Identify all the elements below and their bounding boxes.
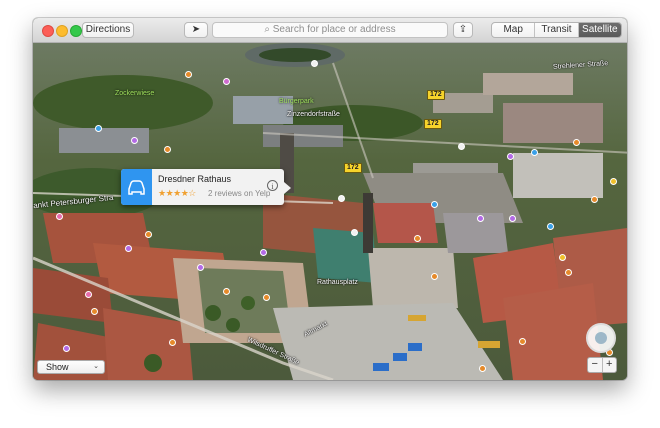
poi-marker[interactable] [260,249,267,256]
place-title: Dresdner Rathaus [158,174,232,184]
poi-marker[interactable] [591,196,598,203]
poi-marker[interactable] [565,269,572,276]
poi-marker[interactable] [431,273,438,280]
poi-marker[interactable] [547,223,554,230]
poi-marker[interactable] [458,143,465,150]
chevron-down-icon: ⌄ [93,363,99,370]
route-shield: 172 [344,163,362,173]
route-shield: 172 [424,119,442,129]
share-icon[interactable]: ⇪ [453,22,473,38]
callout-pointer [284,182,291,194]
poi-marker[interactable] [223,78,230,85]
poi-marker[interactable] [311,60,318,67]
globe-icon [595,332,607,344]
poi-marker[interactable] [63,345,70,352]
search-icon: ⌕ [264,24,273,35]
map-type-selector: Map Transit Satellite [491,22,622,38]
minimize-button[interactable] [56,25,68,37]
location-arrow-icon[interactable]: ➤ [184,22,208,38]
poi-marker[interactable] [351,229,358,236]
poi-marker[interactable] [131,137,138,144]
satellite-map[interactable]: ankt Petersburger Stra Rathausplatz Altm… [33,43,627,380]
poi-marker[interactable] [56,213,63,220]
poi-marker[interactable] [509,215,516,222]
maps-window: Directions ➤ ⌕ Search for place or addre… [33,18,627,380]
poi-marker[interactable] [145,231,152,238]
poi-marker[interactable] [610,178,617,185]
zoom-in-button[interactable]: + [603,358,617,372]
park-label: Zockerwiese [115,90,155,97]
directions-button[interactable]: Directions [82,22,134,38]
poi-marker[interactable] [573,139,580,146]
park-label: Bürgerpark [279,98,314,105]
poi-marker[interactable] [338,195,345,202]
info-icon[interactable]: i [267,180,278,191]
poi-marker[interactable] [263,294,270,301]
poi-marker[interactable] [531,149,538,156]
tab-transit[interactable]: Transit [535,23,579,37]
poi-marker[interactable] [559,254,566,261]
tab-satellite[interactable]: Satellite [578,23,621,37]
street-label: Zinzendorfstraße [287,111,340,118]
zoom-control: − + [587,357,617,373]
poi-marker[interactable] [85,291,92,298]
rating-stars: ★★★★☆ [158,188,196,198]
zoom-out-button[interactable]: − [588,358,603,372]
poi-marker[interactable] [414,235,421,242]
review-count[interactable]: 2 reviews on Yelp [208,189,270,198]
tab-map[interactable]: Map [492,23,536,37]
poi-marker[interactable] [164,146,171,153]
poi-marker[interactable] [185,71,192,78]
car-icon[interactable] [121,169,152,205]
poi-marker[interactable] [125,245,132,252]
place-label: Rathausplatz [317,279,358,286]
toolbar: Directions ➤ ⌕ Search for place or addre… [33,18,627,43]
poi-marker[interactable] [519,338,526,345]
search-input[interactable]: ⌕ Search for place or address [212,22,448,38]
close-button[interactable] [42,25,54,37]
place-callout[interactable]: Dresdner Rathaus ★★★★☆ 2 reviews on Yelp… [121,169,284,205]
poi-marker[interactable] [479,365,486,372]
poi-marker[interactable] [507,153,514,160]
compass-button[interactable] [586,323,616,353]
show-label: Show [46,362,69,372]
show-dropdown[interactable]: Show ⌄ [37,360,105,374]
poi-marker[interactable] [223,288,230,295]
poi-marker[interactable] [91,308,98,315]
poi-marker[interactable] [477,215,484,222]
fullscreen-button[interactable] [70,25,82,37]
poi-marker[interactable] [431,201,438,208]
poi-marker[interactable] [197,264,204,271]
poi-marker[interactable] [95,125,102,132]
search-placeholder: Search for place or address [272,24,396,35]
poi-marker[interactable] [169,339,176,346]
route-shield: 172 [427,90,445,100]
